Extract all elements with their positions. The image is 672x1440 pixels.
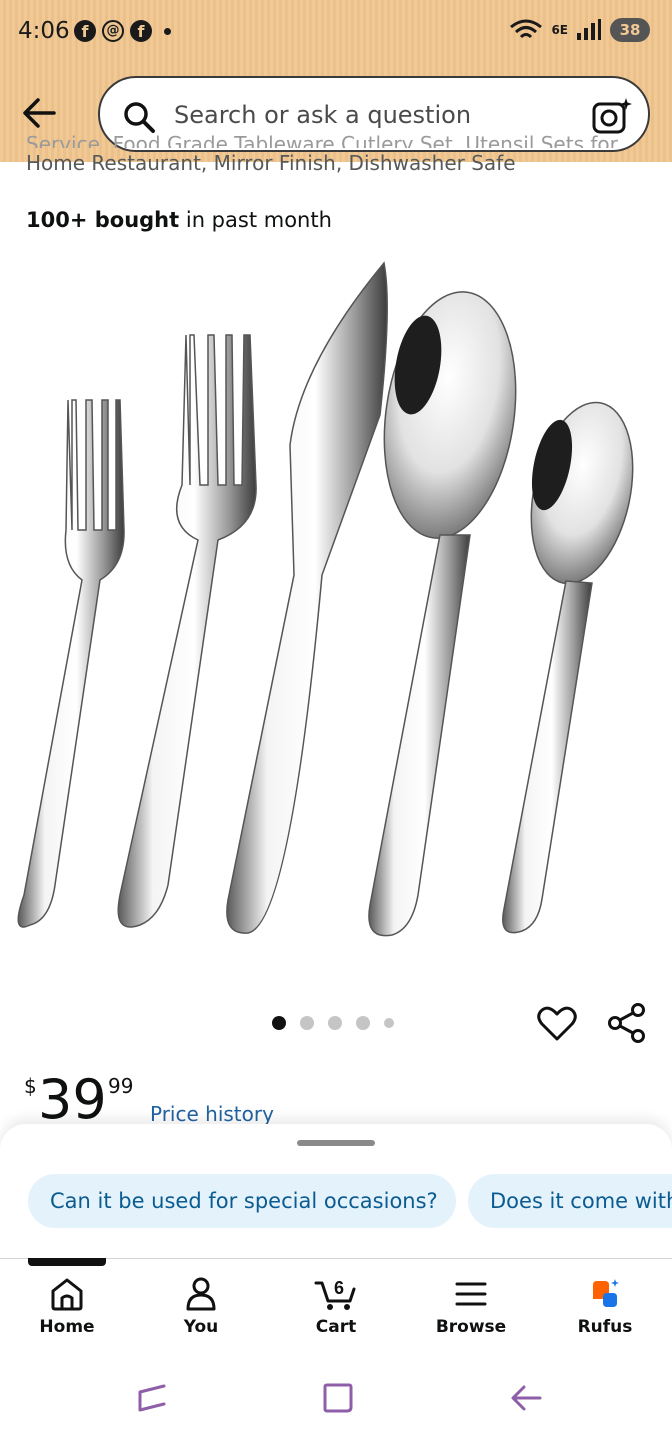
image-carousel-indicator[interactable] xyxy=(272,1016,394,1030)
price-currency: $ xyxy=(24,1074,37,1098)
carousel-dot[interactable] xyxy=(356,1016,370,1030)
product-title-line: Home Restaurant, Mirror Finish, Dishwash… xyxy=(26,151,516,175)
cart-count-badge: 6 xyxy=(334,1278,344,1298)
purchase-count-rest: in past month xyxy=(179,208,332,232)
nav-browse-label: Browse xyxy=(435,1317,507,1337)
back-button-icon[interactable] xyxy=(508,1380,544,1416)
nav-home[interactable]: Home xyxy=(12,1277,122,1337)
status-time: 4:06 xyxy=(18,18,70,44)
dinner-spoon xyxy=(368,291,517,937)
nav-cart[interactable]: 6 Cart xyxy=(281,1277,391,1337)
product-title-clipped-line: Service, Food Grade Tableware Cutlery Se… xyxy=(26,132,618,148)
facebook-icon: f xyxy=(130,20,152,42)
home-icon xyxy=(51,1278,83,1311)
rufus-suggestions-sheet: Can it be used for special occasions? Do… xyxy=(0,1124,672,1260)
menu-icon xyxy=(455,1282,487,1306)
price-fraction: 99 xyxy=(108,1074,134,1098)
nav-browse[interactable]: Browse xyxy=(416,1277,526,1337)
dinner-fork xyxy=(117,334,257,928)
purchase-count-bold: 100+ bought xyxy=(26,208,180,232)
carousel-dot[interactable] xyxy=(384,1018,394,1028)
rufus-icon xyxy=(593,1279,619,1307)
product-title[interactable]: Service, Food Grade Tableware Cutlery Se… xyxy=(26,132,656,178)
bottom-nav: Home You 6 Cart Browse Rufus xyxy=(0,1258,672,1350)
carousel-dot[interactable] xyxy=(272,1016,286,1030)
status-bar: 4:06 f @ f 6E 38 xyxy=(0,0,672,64)
threads-icon: @ xyxy=(102,20,124,42)
recent-apps-icon[interactable] xyxy=(134,1380,170,1416)
suggestion-chip[interactable]: Does it come with xyxy=(468,1174,672,1228)
nav-you-label: You xyxy=(183,1317,219,1337)
wifi-icon xyxy=(510,19,543,39)
notification-icons: f @ f xyxy=(74,20,171,42)
nav-you[interactable]: You xyxy=(146,1277,256,1337)
signal-icon xyxy=(577,19,601,40)
home-button-icon[interactable] xyxy=(320,1380,356,1416)
tea-spoon xyxy=(502,401,634,934)
nav-rufus[interactable]: Rufus xyxy=(550,1277,660,1337)
price-history-link[interactable]: Price history xyxy=(150,1102,274,1126)
nav-rufus-label: Rufus xyxy=(577,1317,633,1337)
share-icon[interactable] xyxy=(606,1002,648,1044)
salad-fork xyxy=(17,399,125,928)
heart-icon[interactable] xyxy=(536,1002,578,1044)
battery-level: 38 xyxy=(610,18,650,42)
carousel-dot[interactable] xyxy=(328,1016,342,1030)
carousel-dot[interactable] xyxy=(300,1016,314,1030)
sheet-drag-handle[interactable] xyxy=(297,1140,375,1146)
system-status-icons: 6E 38 xyxy=(509,18,650,42)
more-notifications-dot-icon xyxy=(164,27,171,35)
nav-home-label: Home xyxy=(39,1317,95,1337)
facebook-icon: f xyxy=(74,20,96,42)
system-navigation-bar xyxy=(0,1350,672,1440)
suggestion-chip[interactable]: Can it be used for special occasions? xyxy=(28,1174,456,1228)
network-type-label: 6E xyxy=(551,23,568,37)
nav-cart-label: Cart xyxy=(315,1317,357,1337)
active-tab-indicator xyxy=(28,1258,106,1266)
cart-icon: 6 xyxy=(314,1278,356,1310)
person-icon xyxy=(186,1277,216,1311)
purchase-count: 100+ bought in past month xyxy=(26,208,332,232)
screen: 4:06 f @ f 6E 38 Search or ask a questio… xyxy=(0,0,672,1440)
product-image[interactable] xyxy=(0,245,672,965)
price-whole: 39 xyxy=(38,1068,107,1131)
